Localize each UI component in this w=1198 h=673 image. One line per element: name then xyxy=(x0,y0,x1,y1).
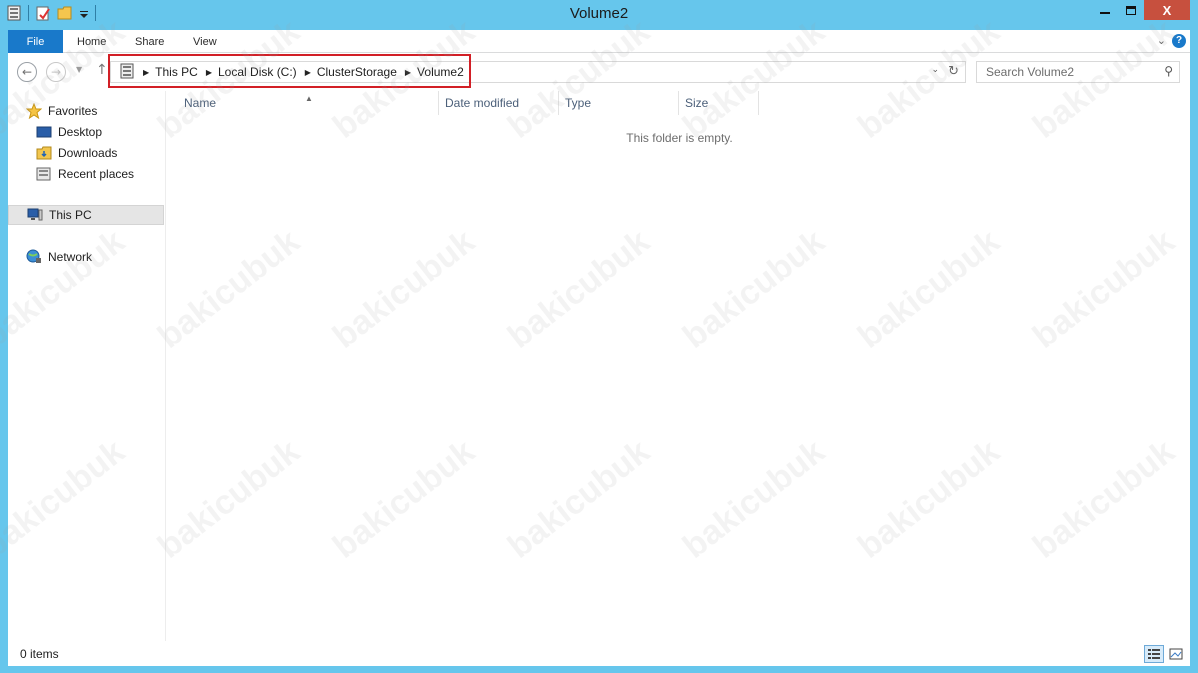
close-icon: X xyxy=(1162,2,1172,18)
column-header-name-label: Name xyxy=(184,96,217,110)
back-button[interactable]: ← xyxy=(17,62,37,82)
explorer-window: Volume2 X File Home Share View ⌄ ? ← → ▼… xyxy=(0,0,1198,673)
search-box[interactable]: Search Volume2 ⚲ xyxy=(976,61,1180,83)
address-highlight-box xyxy=(108,54,471,88)
details-view-button[interactable] xyxy=(1144,645,1164,663)
large-icons-view-button[interactable] xyxy=(1166,645,1186,663)
column-header-name[interactable]: Name ▲ xyxy=(167,91,439,115)
nav-favorites[interactable]: Favorites xyxy=(8,101,164,121)
tab-home[interactable]: Home xyxy=(77,30,106,53)
minimize-button[interactable] xyxy=(1092,0,1118,20)
sort-ascending-icon: ▲ xyxy=(305,94,313,103)
nav-desktop[interactable]: Desktop xyxy=(8,122,164,142)
file-list[interactable]: Name ▲ Date modified Type Size This fold… xyxy=(167,91,1190,641)
column-header-size[interactable]: Size xyxy=(679,91,759,115)
address-history-dropdown-icon[interactable]: ⌄ xyxy=(931,65,939,75)
ribbon-tabs: File Home Share View ⌄ ? xyxy=(8,30,1190,53)
nav-network-label: Network xyxy=(48,250,93,264)
expand-ribbon-icon[interactable]: ⌄ xyxy=(1157,34,1166,47)
nav-this-pc[interactable]: This PC xyxy=(8,205,164,225)
tab-file[interactable]: File xyxy=(8,30,63,53)
computer-icon xyxy=(27,208,43,222)
explorer-client-area: File Home Share View ⌄ ? ← → ▼ ↑ ▶ This … xyxy=(8,30,1190,666)
navigation-pane: Favorites Desktop Downloads Recent place… xyxy=(8,91,166,641)
column-header-date-label: Date modified xyxy=(445,96,520,110)
column-header-type-label: Type xyxy=(565,96,592,110)
search-icon[interactable]: ⚲ xyxy=(1164,64,1173,78)
star-icon xyxy=(26,103,42,119)
tab-view[interactable]: View xyxy=(193,30,217,53)
maximize-icon xyxy=(1126,5,1136,15)
nav-network[interactable]: Network xyxy=(8,247,164,267)
status-bar: 0 items xyxy=(8,641,1190,666)
nav-downloads-label: Downloads xyxy=(58,146,118,160)
network-icon xyxy=(26,249,42,264)
window-title: Volume2 xyxy=(569,5,629,22)
up-arrow-icon[interactable]: ↑ xyxy=(96,62,108,78)
title-bar: Volume2 X xyxy=(0,0,1198,30)
minimize-icon xyxy=(1100,12,1110,14)
nav-recent-places[interactable]: Recent places xyxy=(8,164,164,184)
nav-recent-places-label: Recent places xyxy=(58,167,135,181)
details-view-icon xyxy=(1148,649,1160,659)
empty-folder-message: This folder is empty. xyxy=(167,131,1190,145)
nav-desktop-label: Desktop xyxy=(58,125,103,139)
tab-share[interactable]: Share xyxy=(135,30,164,53)
column-header-date-modified[interactable]: Date modified xyxy=(439,91,559,115)
column-header-type[interactable]: Type xyxy=(559,91,679,115)
maximize-button[interactable] xyxy=(1118,0,1144,20)
column-header-size-label: Size xyxy=(685,96,709,110)
nav-downloads[interactable]: Downloads xyxy=(8,143,164,163)
window-controls: X xyxy=(1092,0,1190,20)
forward-arrow-icon: → xyxy=(50,65,62,79)
recent-locations-dropdown-icon[interactable]: ▼ xyxy=(76,65,82,74)
large-icons-view-icon xyxy=(1169,648,1183,660)
item-count: 0 items xyxy=(20,647,59,661)
back-arrow-icon: ← xyxy=(21,65,33,79)
nav-favorites-label: Favorites xyxy=(48,104,98,118)
recent-places-icon xyxy=(36,167,52,181)
search-input[interactable]: Search Volume2 xyxy=(986,65,1074,79)
navigation-row: ← → ▼ ↑ ▶ This PC ▶ Local Disk (C:) ▶ Cl… xyxy=(8,53,1190,91)
forward-button[interactable]: → xyxy=(46,62,66,82)
close-button[interactable]: X xyxy=(1144,0,1190,20)
downloads-folder-icon xyxy=(36,146,52,160)
desktop-icon xyxy=(36,125,52,139)
refresh-icon[interactable]: ↻ xyxy=(948,64,959,79)
empty-folder-text: This folder is empty. xyxy=(626,131,733,145)
nav-this-pc-label: This PC xyxy=(49,208,92,222)
help-icon[interactable]: ? xyxy=(1172,34,1186,48)
